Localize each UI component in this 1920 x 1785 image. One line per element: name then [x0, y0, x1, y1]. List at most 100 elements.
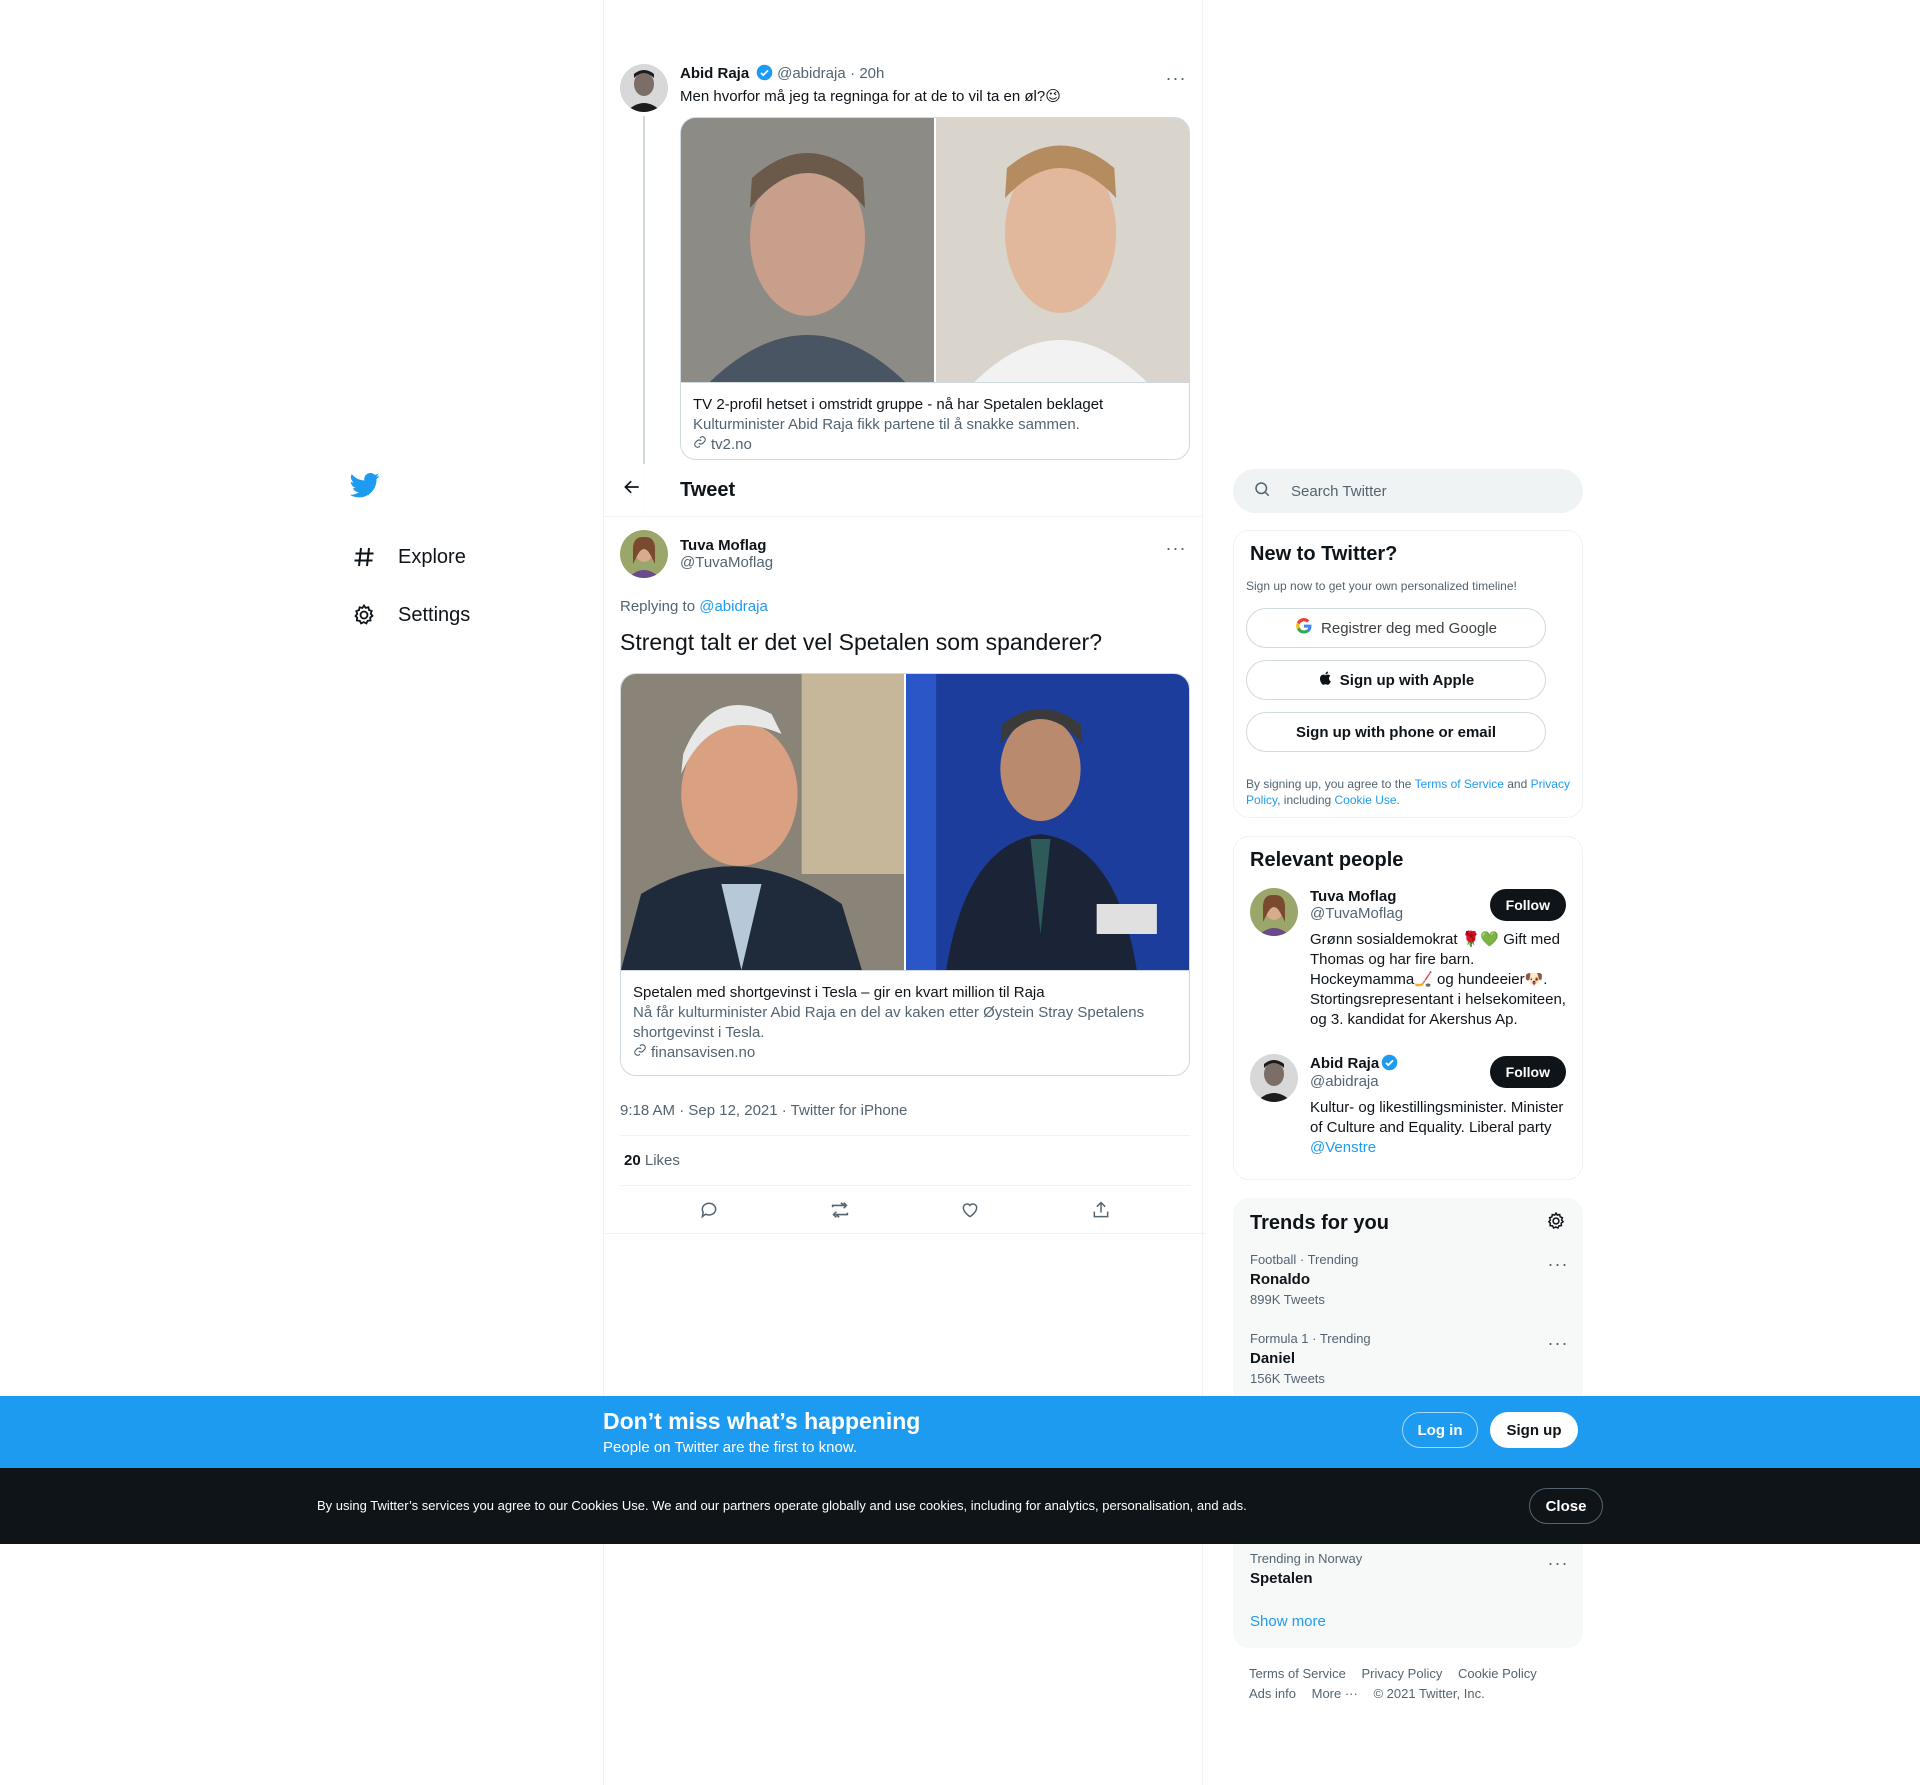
signup-banner: Don’t miss what’s happening People on Tw… — [0, 1396, 1920, 1468]
nav-item-settings[interactable]: Settings — [350, 586, 580, 644]
avatar[interactable] — [1250, 888, 1298, 936]
card-title: Spetalen med shortgevinst i Tesla – gir … — [633, 984, 1045, 1001]
person-handle[interactable]: @abidraja — [1310, 1073, 1398, 1090]
likes-label: Likes — [640, 1152, 680, 1169]
like-icon[interactable] — [953, 1193, 987, 1227]
footer-link[interactable]: Ads info — [1249, 1686, 1296, 1701]
tweet-timestamp[interactable]: 9:18 AM · Sep 12, 2021 · Twitter for iPh… — [620, 1102, 1190, 1136]
show-more-link[interactable]: Show more — [1250, 1613, 1326, 1630]
left-nav: Explore Settings — [349, 470, 580, 644]
avatar[interactable] — [620, 64, 668, 112]
google-signup-button[interactable]: Registrer deg med Google — [1246, 608, 1546, 648]
more-options-icon[interactable]: ··· — [1544, 1250, 1572, 1278]
card-domain: tv2.no — [711, 436, 752, 453]
tweet-actions — [604, 1186, 1206, 1234]
cookie-text: By using Twitter’s services you agree to… — [317, 1498, 1247, 1513]
nav-item-explore[interactable]: Explore — [350, 528, 580, 586]
footer-link[interactable]: Terms of Service — [1249, 1666, 1346, 1681]
trend-item[interactable]: Trending in Norway Spetalen ··· — [1234, 1539, 1582, 1599]
more-options-icon[interactable]: ··· — [1162, 534, 1190, 562]
apple-signup-label: Sign up with Apple — [1339, 671, 1475, 689]
thread-connector — [643, 116, 645, 516]
follow-button[interactable]: Follow — [1489, 889, 1566, 921]
more-options-icon[interactable]: ··· — [1544, 1549, 1572, 1577]
trend-item[interactable]: Football · Trending Ronaldo 899K Tweets … — [1234, 1240, 1582, 1319]
retweet-icon[interactable] — [823, 1193, 857, 1227]
person-bio: Kultur- og likestillingsminister. Minist… — [1310, 1098, 1566, 1158]
cookie-use-link[interactable]: Cookie Use — [1335, 793, 1397, 807]
search-placeholder: Search Twitter — [1291, 482, 1387, 500]
trend-count: 156K Tweets — [1250, 1371, 1325, 1386]
signup-button[interactable]: Sign up — [1490, 1412, 1578, 1448]
apple-logo-icon — [1318, 670, 1334, 690]
trend-name: Daniel — [1250, 1350, 1296, 1367]
author-handle[interactable]: @TuvaMoflag — [680, 554, 773, 571]
trend-name: Spetalen — [1250, 1570, 1313, 1587]
trend-context: Formula 1 · Trending — [1250, 1331, 1371, 1346]
replying-to: Replying to @abidraja — [620, 598, 1190, 615]
panel-subtitle: Sign up now to get your own personalized… — [1246, 579, 1517, 593]
phone-email-signup-button[interactable]: Sign up with phone or email — [1246, 712, 1546, 752]
panel-title: Relevant people — [1250, 849, 1404, 871]
more-options-icon[interactable]: ··· — [1162, 64, 1190, 92]
trend-context: Football · Trending — [1250, 1252, 1359, 1267]
link-card[interactable]: TV 2-profil hetset i omstridt gruppe - n… — [680, 117, 1190, 460]
gear-icon[interactable] — [1546, 1211, 1566, 1236]
card-description: Nå får kulturminister Abid Raja en del a… — [633, 1004, 1145, 1041]
avatar[interactable] — [620, 530, 668, 578]
parent-tweet[interactable]: Abid Raja @abidraja · 20h Men hvorfor må… — [620, 64, 1190, 460]
banner-subtext: People on Twitter are the first to know. — [603, 1439, 858, 1456]
login-button[interactable]: Log in — [1402, 1412, 1478, 1448]
reply-icon[interactable] — [692, 1193, 726, 1227]
trend-item[interactable]: Formula 1 · Trending Daniel 156K Tweets … — [1234, 1319, 1582, 1398]
person-name[interactable]: Abid Raja — [1310, 1055, 1379, 1072]
author-handle[interactable]: @abidraja — [777, 65, 846, 82]
verified-badge-icon — [756, 64, 773, 81]
tweet-text: Men hvorfor må jeg ta regninga for at de… — [680, 88, 1061, 105]
avatar[interactable] — [1250, 1054, 1298, 1102]
person-handle[interactable]: @TuvaMoflag — [1310, 905, 1403, 922]
replying-to-label: Replying to — [620, 598, 700, 615]
person-bio-text: Kultur- og likestillingsminister. Minist… — [1310, 1099, 1564, 1136]
likes-count[interactable]: 20 Likes — [620, 1136, 1190, 1186]
author-name[interactable]: Abid Raja — [680, 65, 749, 82]
hashtag-icon — [350, 543, 378, 571]
focus-tweet: Tuva Moflag @TuvaMoflag ··· Replying to … — [604, 530, 1206, 1234]
more-options-icon[interactable]: ··· — [1544, 1329, 1572, 1357]
likes-number: 20 — [624, 1152, 641, 1169]
share-icon[interactable] — [1084, 1193, 1118, 1227]
nav-item-label: Explore — [398, 545, 466, 568]
card-domain: finansavisen.no — [651, 1044, 756, 1061]
legal-text: and — [1503, 777, 1531, 791]
replying-to-link[interactable]: @abidraja — [699, 598, 768, 615]
trend-name: Ronaldo — [1250, 1271, 1310, 1288]
banner-heading: Don’t miss what’s happening — [603, 1408, 921, 1434]
bio-mention-link[interactable]: @Venstre — [1310, 1139, 1376, 1156]
terms-link[interactable]: Terms of Service — [1415, 777, 1504, 791]
gear-icon — [350, 601, 378, 629]
back-arrow-icon[interactable] — [604, 477, 660, 503]
link-card[interactable]: Spetalen med shortgevinst i Tesla – gir … — [620, 673, 1190, 1076]
footer-link[interactable]: More ··· — [1312, 1686, 1358, 1701]
tweet-text: Strengt talt er det vel Spetalen som spa… — [620, 629, 1103, 655]
tweet-time[interactable]: · 20h — [850, 65, 884, 82]
relevant-people-panel: Relevant people Tuva Moflag @TuvaMoflag … — [1233, 836, 1583, 1180]
legal-text: By signing up, you agree to the — [1246, 777, 1415, 791]
twitter-logo-icon[interactable] — [349, 470, 384, 504]
footer-link[interactable]: Privacy Policy — [1361, 1666, 1442, 1681]
card-image — [621, 674, 1189, 970]
person-name[interactable]: Tuva Moflag — [1310, 888, 1403, 905]
person-item[interactable]: Tuva Moflag @TuvaMoflag Follow Grønn sos… — [1234, 876, 1582, 1042]
person-item[interactable]: Abid Raja @abidraja Follow Kultur- og li… — [1234, 1042, 1582, 1170]
footer-link[interactable]: Cookie Policy — [1458, 1666, 1537, 1681]
trend-context: Trending in Norway — [1250, 1551, 1363, 1566]
cookie-banner: By using Twitter’s services you agree to… — [0, 1468, 1920, 1544]
panel-title: New to Twitter? — [1250, 543, 1398, 565]
apple-signup-button[interactable]: Sign up with Apple — [1246, 660, 1546, 700]
close-button[interactable]: Close — [1529, 1488, 1603, 1524]
follow-button[interactable]: Follow — [1489, 1056, 1566, 1088]
legal-text: , including — [1277, 793, 1335, 807]
footer-links: Terms of Service Privacy Policy Cookie P… — [1249, 1664, 1549, 1704]
search-input[interactable]: Search Twitter — [1233, 469, 1583, 513]
author-name[interactable]: Tuva Moflag — [680, 537, 773, 554]
